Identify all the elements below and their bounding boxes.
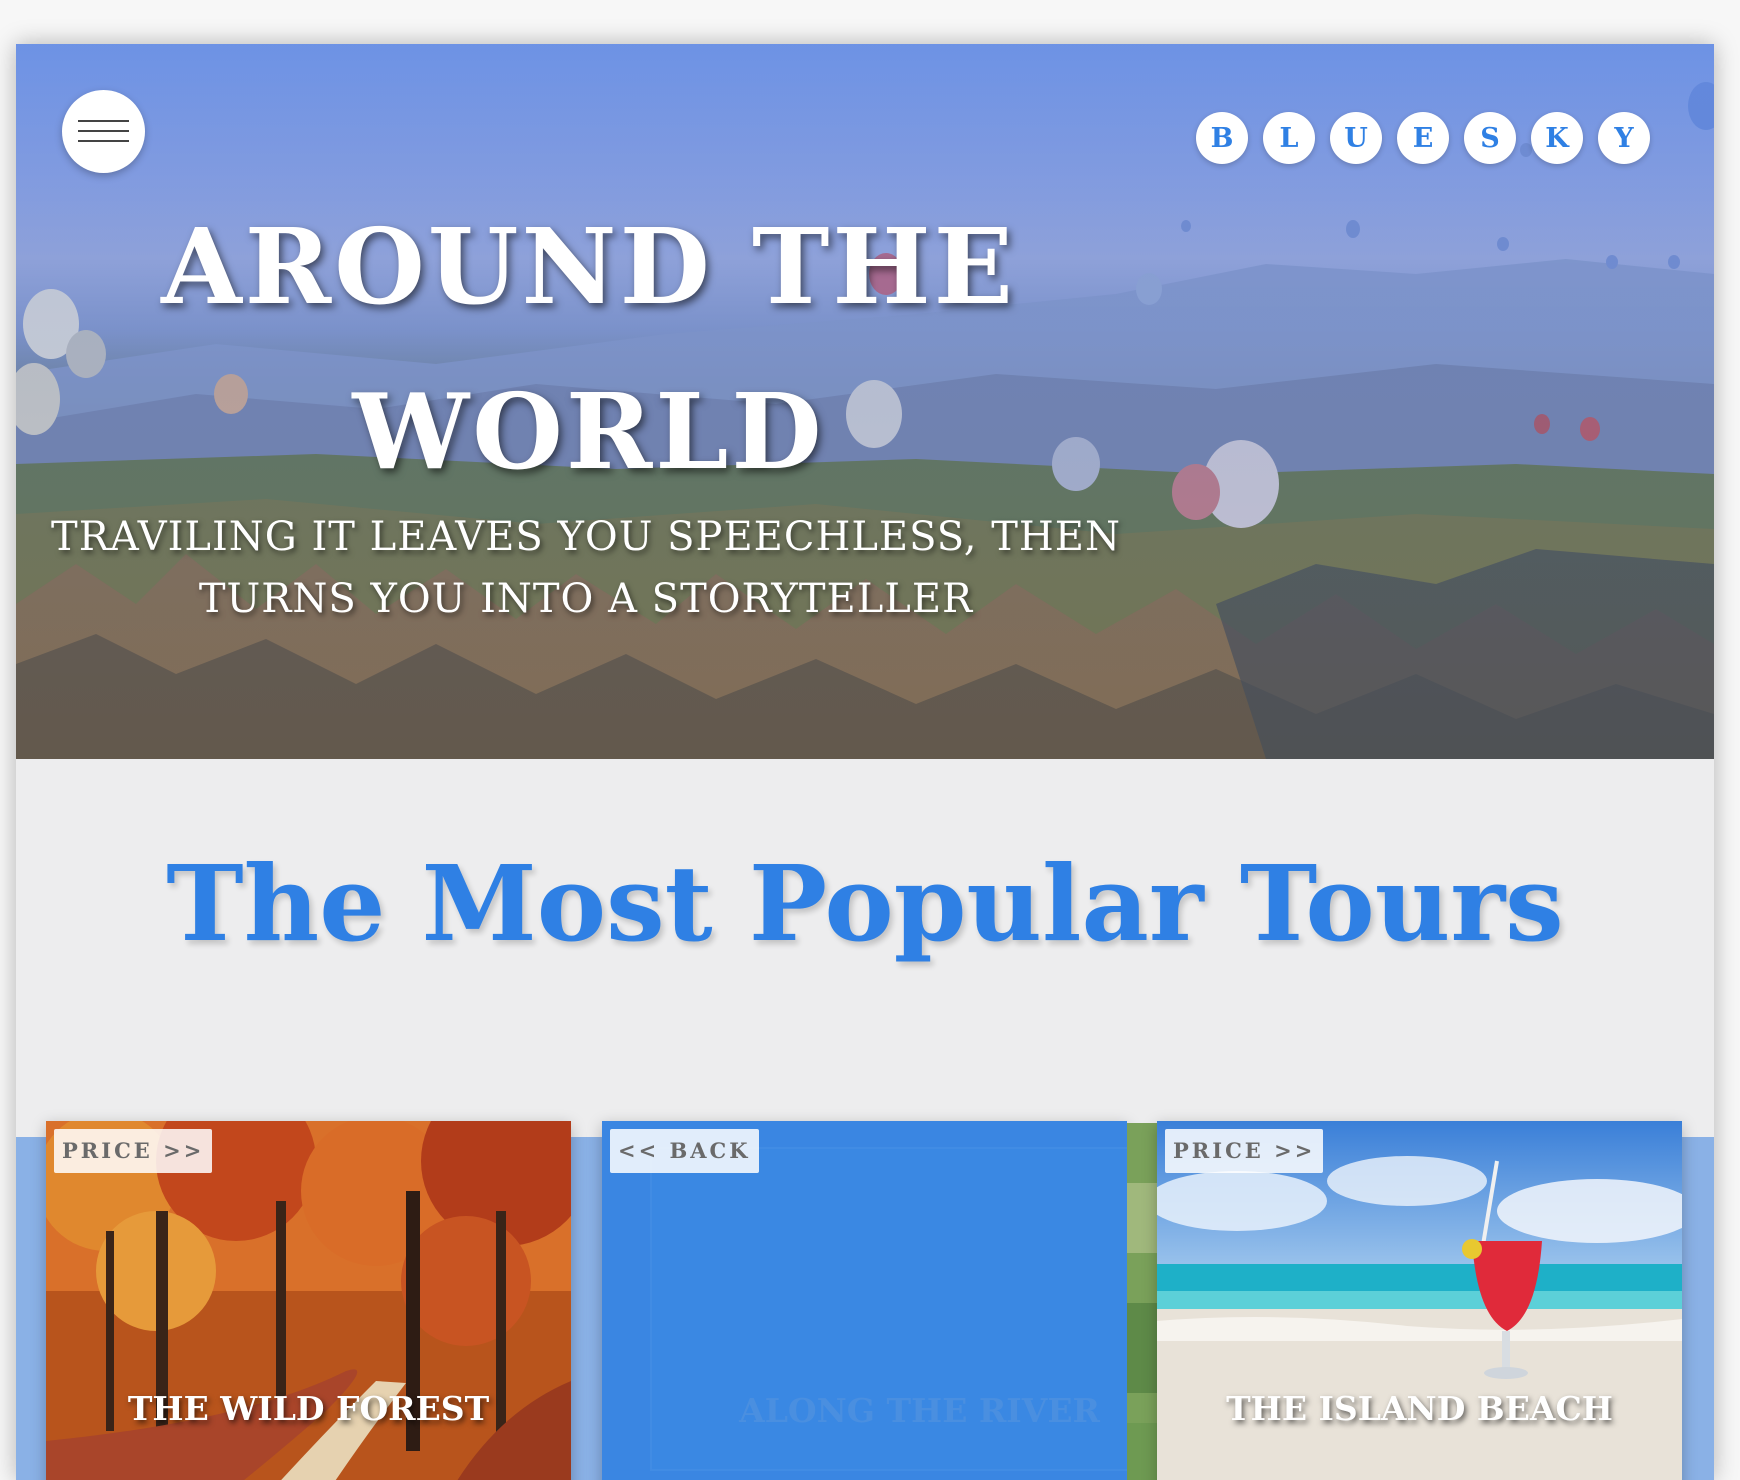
hero-subtitle-line1: TRAVILING IT LEAVES YOU SPEECHLESS, THEN [51,514,1121,560]
hero-section: B L U E S K Y AROUND THE WORLD TRAVILING… [16,44,1714,759]
tour-card-forest[interactable]: PRICE >> THE WILD FOREST [46,1121,571,1480]
logo-letter: S [1464,112,1516,164]
back-button[interactable]: << BACK [610,1129,759,1173]
card-title: ALONG THE RIVER [739,1391,1100,1430]
card-title: THE WILD FOREST [127,1389,490,1428]
menu-button[interactable] [62,90,145,173]
logo-letter: Y [1598,112,1650,164]
price-button[interactable]: PRICE >> [54,1129,213,1173]
logo-letter: L [1263,112,1315,164]
hero-subtitle: TRAVILING IT LEAVES YOU SPEECHLESS, THEN… [36,506,1136,630]
tour-card-beach[interactable]: PRICE >> THE ISLAND BEACH [1157,1121,1682,1480]
logo-letter: U [1330,112,1382,164]
section-title: The Most Popular Tours [166,842,1564,965]
logo-letter: K [1531,112,1583,164]
hero-subtitle-line2: TURNS YOU INTO A STORYTELLER [198,576,974,622]
page: B L U E S K Y AROUND THE WORLD TRAVILING… [16,44,1714,1480]
hero-title: AROUND THE WORLD [106,184,1071,514]
tour-card-river[interactable]: << BACK ALONG THE RIVER [602,1121,1127,1480]
logo-letter: B [1196,112,1248,164]
hero-title-line1: AROUND THE [161,205,1016,328]
card-title: THE ISLAND BEACH [1226,1389,1613,1428]
bluesky-logo[interactable]: B L U E S K Y [1196,112,1650,164]
logo-letter: E [1397,112,1449,164]
price-button[interactable]: PRICE >> [1165,1129,1324,1173]
river-image-edge [1127,1123,1157,1480]
hero-title-line2: WORLD [352,370,825,493]
